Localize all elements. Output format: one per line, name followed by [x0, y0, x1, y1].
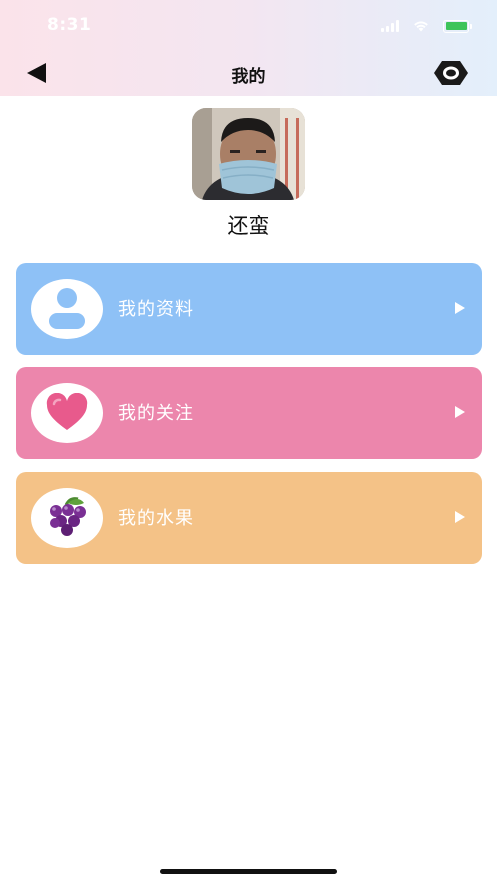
- menu-item-following[interactable]: 我的关注: [16, 367, 482, 459]
- chevron-right-icon: [455, 406, 465, 418]
- grapes-icon: [50, 497, 86, 536]
- nav-bar: 我的: [0, 50, 497, 96]
- user-icon: [49, 288, 85, 329]
- status-bar: 8:31: [0, 0, 497, 50]
- status-time: 8:31: [47, 15, 92, 35]
- signal-icon: [381, 20, 399, 32]
- menu-icon-circle: [31, 279, 103, 339]
- menu-item-profile[interactable]: 我的资料: [16, 263, 482, 355]
- menu-item-fruits[interactable]: 我的水果: [16, 472, 482, 564]
- avatar[interactable]: [192, 108, 305, 200]
- username: 还蛮: [227, 214, 270, 238]
- home-indicator[interactable]: [160, 869, 337, 874]
- page-title: 我的: [231, 67, 266, 87]
- avatar-photo: [192, 108, 305, 200]
- wifi-icon: [414, 21, 428, 32]
- status-icons: [381, 19, 472, 33]
- menu-icon-circle: [31, 383, 103, 443]
- settings-icon[interactable]: [433, 59, 469, 87]
- chevron-right-icon: [455, 302, 465, 314]
- heart-icon: [46, 393, 88, 430]
- menu-icon-circle: [31, 488, 103, 548]
- menu-item-label: 我的资料: [118, 299, 194, 320]
- chevron-right-icon: [455, 511, 465, 523]
- battery-icon: [443, 19, 472, 33]
- menu-item-label: 我的水果: [118, 508, 194, 529]
- menu-item-label: 我的关注: [118, 403, 194, 424]
